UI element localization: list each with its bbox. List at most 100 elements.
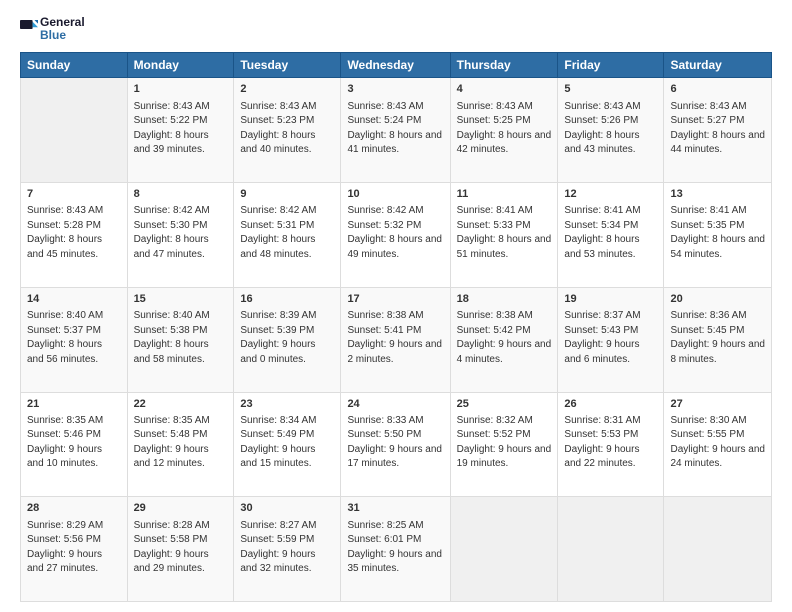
day-info: Sunrise: 8:30 AM Sunset: 5:55 PM Dayligh… (670, 414, 765, 472)
calendar-cell: 23 Sunrise: 8:34 AM Sunset: 5:49 PM Dayli… (234, 392, 341, 497)
weekday-header-tuesday: Tuesday (234, 53, 341, 78)
weekday-header-friday: Friday (558, 53, 664, 78)
week-row-2: 7 Sunrise: 8:43 AM Sunset: 5:28 PM Daylig… (21, 183, 772, 288)
calendar-cell: 4Sunrise: 8:43 AM Sunset: 5:25 PM Daylig… (450, 78, 558, 183)
day-info: Sunrise: 8:38 AM Sunset: 5:42 PM Dayligh… (457, 309, 552, 367)
calendar-table: SundayMondayTuesdayWednesdayThursdayFrid… (20, 52, 772, 602)
day-number: 8 (134, 187, 228, 202)
day-info: Sunrise: 8:29 AM Sunset: 5:56 PM Dayligh… (27, 519, 121, 577)
day-number: 27 (670, 397, 765, 412)
day-info: Sunrise: 8:25 AM Sunset: 6:01 PM Dayligh… (347, 519, 443, 577)
week-row-1: 1 Sunrise: 8:43 AM Sunset: 5:22 PM Daylig… (21, 78, 772, 183)
day-number: 22 (134, 397, 228, 412)
calendar-cell: 5 Sunrise: 8:43 AM Sunset: 5:26 PM Daylig… (558, 78, 664, 183)
day-info: Sunrise: 8:36 AM Sunset: 5:45 PM Dayligh… (670, 309, 765, 367)
calendar-cell: 16 Sunrise: 8:39 AM Sunset: 5:39 PM Dayli… (234, 287, 341, 392)
day-info: Sunrise: 8:35 AM Sunset: 5:46 PM Dayligh… (27, 414, 121, 472)
day-number: 5 (564, 82, 657, 97)
day-info: Sunrise: 8:43 AM Sunset: 5:22 PM Dayligh… (134, 100, 228, 158)
day-info: Sunrise: 8:37 AM Sunset: 5:43 PM Dayligh… (564, 309, 657, 367)
calendar-cell: 3 Sunrise: 8:43 AM Sunset: 5:24 PM Daylig… (341, 78, 450, 183)
calendar-cell: 25 Sunrise: 8:32 AM Sunset: 5:52 PM Dayli… (450, 392, 558, 497)
logo: General Blue (20, 16, 85, 42)
logo-text-block: General Blue (20, 16, 85, 42)
calendar-cell: 21Sunrise: 8:35 AM Sunset: 5:46 PM Dayli… (21, 392, 128, 497)
calendar-cell: 13 Sunrise: 8:41 AM Sunset: 5:35 PM Dayli… (664, 183, 772, 288)
day-number: 9 (240, 187, 334, 202)
day-number: 1 (134, 82, 228, 97)
day-info: Sunrise: 8:34 AM Sunset: 5:49 PM Dayligh… (240, 414, 334, 472)
calendar-cell: 29 Sunrise: 8:28 AM Sunset: 5:58 PM Dayli… (127, 497, 234, 602)
day-info: Sunrise: 8:41 AM Sunset: 5:34 PM Dayligh… (564, 204, 657, 262)
day-info: Sunrise: 8:39 AM Sunset: 5:39 PM Dayligh… (240, 309, 334, 367)
weekday-header-thursday: Thursday (450, 53, 558, 78)
logo-emblem-icon (20, 20, 38, 38)
calendar-cell (21, 78, 128, 183)
logo-blue: Blue (40, 29, 85, 42)
day-info: Sunrise: 8:35 AM Sunset: 5:48 PM Dayligh… (134, 414, 228, 472)
day-number: 2 (240, 82, 334, 97)
weekday-header-saturday: Saturday (664, 53, 772, 78)
day-number: 26 (564, 397, 657, 412)
day-info: Sunrise: 8:32 AM Sunset: 5:52 PM Dayligh… (457, 414, 552, 472)
calendar-cell (450, 497, 558, 602)
calendar-cell: 9Sunrise: 8:42 AM Sunset: 5:31 PM Daylig… (234, 183, 341, 288)
day-number: 18 (457, 292, 552, 307)
calendar-cell: 15Sunrise: 8:40 AM Sunset: 5:38 PM Dayli… (127, 287, 234, 392)
day-number: 7 (27, 187, 121, 202)
day-info: Sunrise: 8:31 AM Sunset: 5:53 PM Dayligh… (564, 414, 657, 472)
weekday-header-monday: Monday (127, 53, 234, 78)
day-number: 20 (670, 292, 765, 307)
day-number: 12 (564, 187, 657, 202)
calendar-cell: 19Sunrise: 8:37 AM Sunset: 5:43 PM Dayli… (558, 287, 664, 392)
calendar-cell: 12 Sunrise: 8:41 AM Sunset: 5:34 PM Dayli… (558, 183, 664, 288)
day-number: 16 (240, 292, 334, 307)
day-number: 13 (670, 187, 765, 202)
day-number: 31 (347, 501, 443, 516)
calendar-cell: 30 Sunrise: 8:27 AM Sunset: 5:59 PM Dayli… (234, 497, 341, 602)
day-info: Sunrise: 8:43 AM Sunset: 5:25 PM Dayligh… (457, 100, 552, 158)
weekday-header-row: SundayMondayTuesdayWednesdayThursdayFrid… (21, 53, 772, 78)
day-info: Sunrise: 8:43 AM Sunset: 5:27 PM Dayligh… (670, 100, 765, 158)
day-info: Sunrise: 8:43 AM Sunset: 5:26 PM Dayligh… (564, 100, 657, 158)
day-number: 24 (347, 397, 443, 412)
day-info: Sunrise: 8:41 AM Sunset: 5:35 PM Dayligh… (670, 204, 765, 262)
calendar-cell: 18 Sunrise: 8:38 AM Sunset: 5:42 PM Dayli… (450, 287, 558, 392)
calendar-cell: 28Sunrise: 8:29 AM Sunset: 5:56 PM Dayli… (21, 497, 128, 602)
calendar-cell: 2 Sunrise: 8:43 AM Sunset: 5:23 PM Daylig… (234, 78, 341, 183)
calendar-cell: 10Sunrise: 8:42 AM Sunset: 5:32 PM Dayli… (341, 183, 450, 288)
day-info: Sunrise: 8:42 AM Sunset: 5:32 PM Dayligh… (347, 204, 443, 262)
day-info: Sunrise: 8:43 AM Sunset: 5:28 PM Dayligh… (27, 204, 121, 262)
calendar-cell: 27 Sunrise: 8:30 AM Sunset: 5:55 PM Dayli… (664, 392, 772, 497)
day-number: 29 (134, 501, 228, 516)
calendar-cell: 11Sunrise: 8:41 AM Sunset: 5:33 PM Dayli… (450, 183, 558, 288)
day-number: 30 (240, 501, 334, 516)
day-info: Sunrise: 8:42 AM Sunset: 5:30 PM Dayligh… (134, 204, 228, 262)
day-info: Sunrise: 8:28 AM Sunset: 5:58 PM Dayligh… (134, 519, 228, 577)
calendar-cell: 7 Sunrise: 8:43 AM Sunset: 5:28 PM Daylig… (21, 183, 128, 288)
day-info: Sunrise: 8:38 AM Sunset: 5:41 PM Dayligh… (347, 309, 443, 367)
calendar-cell: 26 Sunrise: 8:31 AM Sunset: 5:53 PM Dayli… (558, 392, 664, 497)
calendar-cell: 24Sunrise: 8:33 AM Sunset: 5:50 PM Dayli… (341, 392, 450, 497)
day-number: 23 (240, 397, 334, 412)
day-info: Sunrise: 8:43 AM Sunset: 5:23 PM Dayligh… (240, 100, 334, 158)
day-info: Sunrise: 8:43 AM Sunset: 5:24 PM Dayligh… (347, 100, 443, 158)
page: General Blue SundayMondayTuesdayWednesda… (0, 0, 792, 612)
day-info: Sunrise: 8:40 AM Sunset: 5:37 PM Dayligh… (27, 309, 121, 367)
week-row-3: 14Sunrise: 8:40 AM Sunset: 5:37 PM Dayli… (21, 287, 772, 392)
day-info: Sunrise: 8:40 AM Sunset: 5:38 PM Dayligh… (134, 309, 228, 367)
day-number: 25 (457, 397, 552, 412)
day-info: Sunrise: 8:27 AM Sunset: 5:59 PM Dayligh… (240, 519, 334, 577)
calendar-cell: 1 Sunrise: 8:43 AM Sunset: 5:22 PM Daylig… (127, 78, 234, 183)
day-number: 11 (457, 187, 552, 202)
day-number: 3 (347, 82, 443, 97)
calendar-cell: 31 Sunrise: 8:25 AM Sunset: 6:01 PM Dayli… (341, 497, 450, 602)
calendar-cell (664, 497, 772, 602)
calendar-cell (558, 497, 664, 602)
week-row-4: 21Sunrise: 8:35 AM Sunset: 5:46 PM Dayli… (21, 392, 772, 497)
calendar-cell: 6Sunrise: 8:43 AM Sunset: 5:27 PM Daylig… (664, 78, 772, 183)
logo-words: General Blue (40, 16, 85, 42)
week-row-5: 28Sunrise: 8:29 AM Sunset: 5:56 PM Dayli… (21, 497, 772, 602)
header: General Blue (20, 16, 772, 42)
calendar-cell: 17Sunrise: 8:38 AM Sunset: 5:41 PM Dayli… (341, 287, 450, 392)
